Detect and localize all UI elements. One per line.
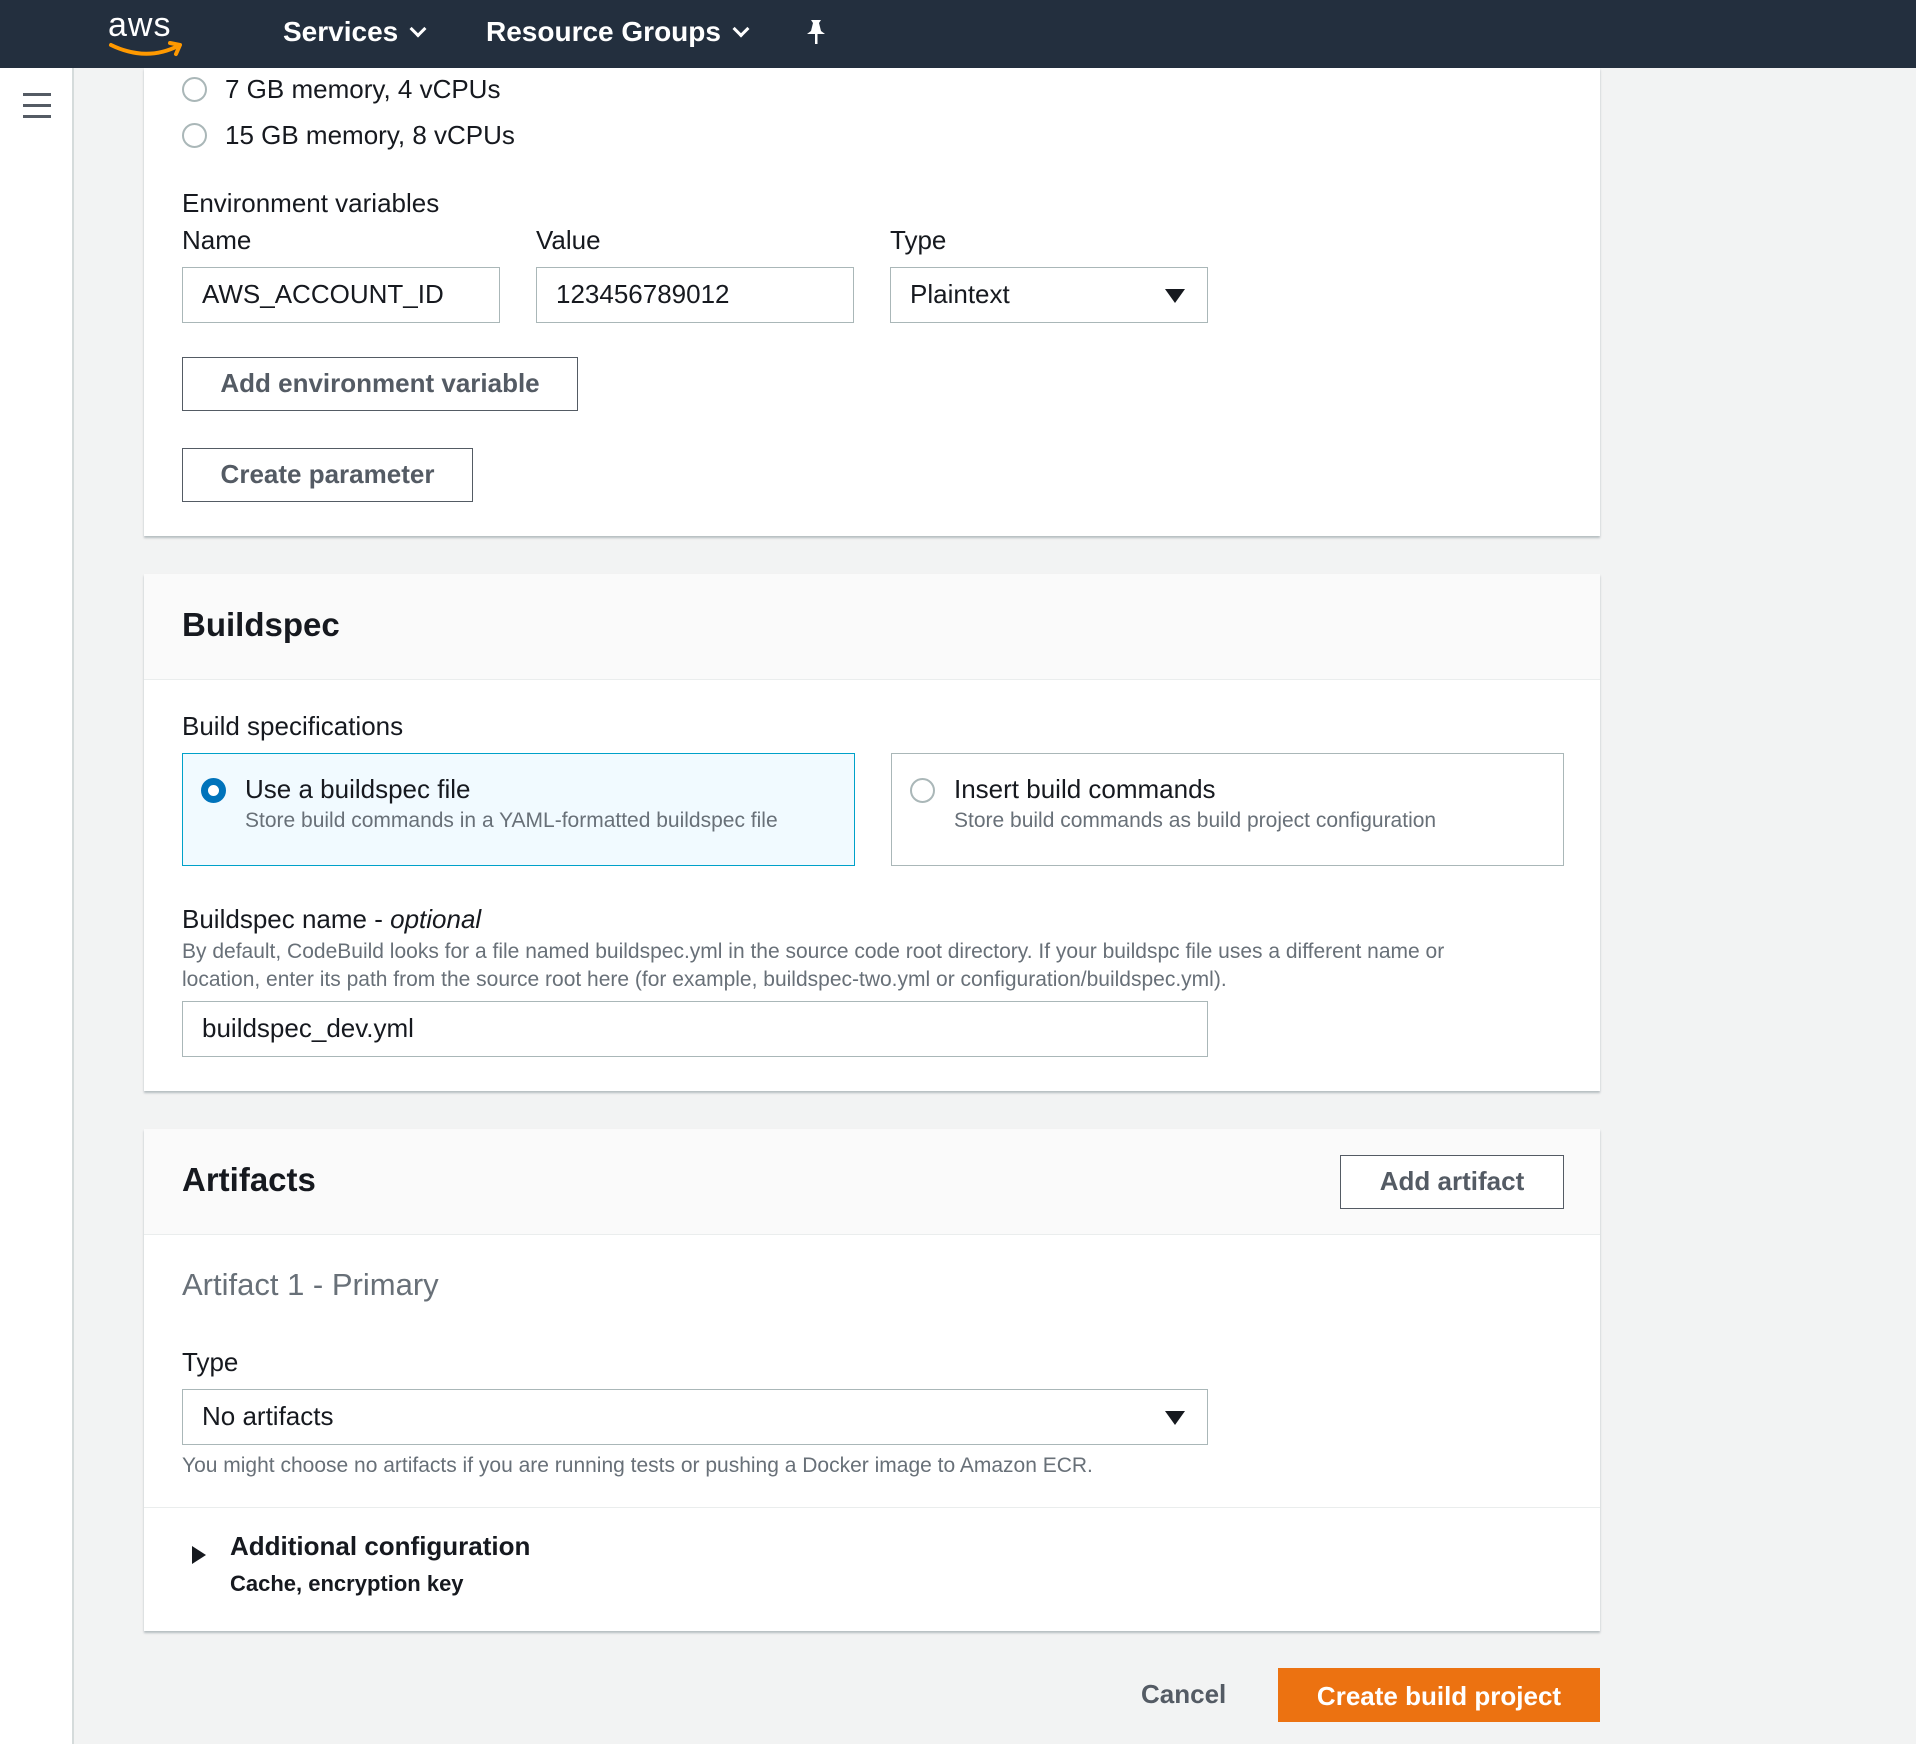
cancel-button[interactable]: Cancel: [1141, 1679, 1226, 1710]
use-buildspec-file-option[interactable]: Use a buildspec file Store build command…: [182, 753, 855, 866]
radio-button[interactable]: [910, 778, 935, 803]
services-menu[interactable]: Services: [283, 16, 427, 48]
env-var-name-header: Name: [182, 225, 252, 255]
memory-option-label: 15 GB memory, 8 vCPUs: [225, 120, 515, 150]
radio-button[interactable]: [182, 123, 207, 148]
create-parameter-button[interactable]: Create parameter: [182, 448, 473, 502]
add-artifact-button[interactable]: Add artifact: [1340, 1155, 1564, 1209]
memory-option-7gb[interactable]: 7 GB memory, 4 vCPUs: [182, 74, 500, 105]
caret-right-icon: [192, 1546, 206, 1564]
services-label: Services: [283, 16, 399, 47]
buildspec-name-label: Buildspec name - optional: [182, 904, 481, 935]
env-vars-title: Environment variables: [182, 188, 440, 218]
artifact-heading: Artifact 1 - Primary: [182, 1267, 439, 1302]
option-title: Use a buildspec file: [245, 774, 471, 804]
additional-configuration-label: Additional configuration: [230, 1531, 531, 1561]
dropdown-arrow-icon: [1165, 1411, 1185, 1425]
memory-option-label: 7 GB memory, 4 vCPUs: [225, 74, 501, 104]
artifact-type-select[interactable]: No artifacts: [182, 1389, 1208, 1445]
menu-icon[interactable]: [23, 93, 51, 126]
buildspec-name-label-text: Buildspec name -: [182, 904, 391, 934]
buildspec-card-header: Buildspec: [144, 574, 1600, 680]
artifacts-title: Artifacts: [182, 1161, 316, 1198]
additional-configuration-subtitle: Cache, encryption key: [230, 1571, 464, 1596]
env-var-value-header: Value: [536, 225, 601, 255]
environment-card: 7 GB memory, 4 vCPUs 15 GB memory, 8 vCP…: [144, 68, 1600, 536]
radio-button[interactable]: [182, 77, 207, 102]
chevron-down-icon: [409, 20, 427, 38]
build-specifications-label: Build specifications: [182, 711, 404, 741]
chevron-down-icon: [732, 20, 750, 38]
env-var-name-input[interactable]: AWS_ACCOUNT_ID: [182, 267, 500, 323]
memory-option-15gb[interactable]: 15 GB memory, 8 vCPUs: [182, 120, 515, 151]
help-text-line: By default, CodeBuild looks for a file n…: [182, 940, 1445, 963]
env-var-type-select[interactable]: Plaintext: [890, 267, 1208, 323]
radio-button-selected[interactable]: [201, 778, 226, 803]
resource-groups-menu[interactable]: Resource Groups: [486, 16, 750, 48]
buildspec-card: Buildspec Build specifications Use a bui…: [144, 574, 1600, 1091]
option-title: Insert build commands: [954, 774, 1216, 804]
buildspec-name-help: By default, CodeBuild looks for a file n…: [182, 938, 1582, 994]
create-build-project-button[interactable]: Create build project: [1278, 1668, 1600, 1722]
optional-tag: optional: [390, 904, 482, 934]
artifacts-card: Artifacts Add artifact Artifact 1 - Prim…: [144, 1129, 1600, 1631]
env-var-type-header: Type: [890, 225, 947, 255]
pin-icon[interactable]: [804, 18, 828, 48]
artifact-type-label: Type: [182, 1347, 239, 1377]
option-description: Store build commands as build project co…: [954, 809, 1437, 832]
artifacts-card-header: Artifacts Add artifact: [144, 1129, 1600, 1235]
dropdown-arrow-icon: [1165, 289, 1185, 303]
artifact-type-value: No artifacts: [202, 1401, 334, 1431]
top-navigation-bar: aws Services Resource Groups: [0, 0, 1916, 68]
artifact-type-help: You might choose no artifacts if you are…: [182, 1454, 1093, 1477]
env-var-type-value: Plaintext: [910, 279, 1010, 309]
env-var-value-input[interactable]: 123456789012: [536, 267, 854, 323]
side-navigation: [0, 68, 74, 1744]
insert-build-commands-option[interactable]: Insert build commands Store build comman…: [891, 753, 1564, 866]
add-environment-variable-button[interactable]: Add environment variable: [182, 357, 578, 411]
aws-logo[interactable]: aws: [108, 6, 188, 62]
help-text-line: location, enter its path from the source…: [182, 968, 1227, 991]
aws-smile-icon: [109, 41, 182, 56]
aws-logo-text: aws: [108, 6, 172, 44]
option-description: Store build commands in a YAML-formatted…: [245, 809, 778, 832]
buildspec-name-input[interactable]: buildspec_dev.yml: [182, 1001, 1208, 1057]
divider: [144, 1507, 1600, 1508]
additional-configuration-toggle[interactable]: Additional configuration Cache, encrypti…: [192, 1531, 792, 1611]
buildspec-title: Buildspec: [182, 606, 340, 643]
resource-groups-label: Resource Groups: [486, 16, 721, 47]
